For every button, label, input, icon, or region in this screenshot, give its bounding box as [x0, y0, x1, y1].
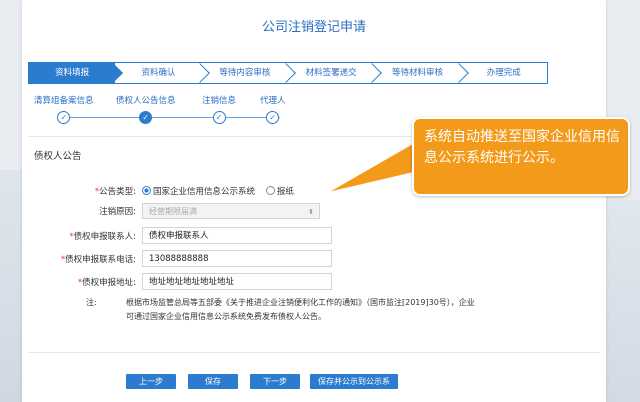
substep-label: 债权人公告信息	[116, 96, 176, 106]
phone-label: *债权申报联系电话:	[60, 255, 136, 265]
radio-selected-icon	[142, 186, 151, 195]
step-data-confirm: 资料确认	[115, 63, 210, 83]
reason-select[interactable]: 经营期限届满 ⬍	[142, 203, 320, 219]
note-body: 根据市场监管总局等五部委《关于推进企业注销便利化工作的通知》（国市监注[2019…	[126, 298, 475, 321]
row-contact: *债权申报联系人: 债权申报联系人	[22, 227, 606, 247]
phone-input[interactable]: 13088888888	[142, 250, 332, 267]
callout-pointer	[323, 139, 419, 195]
substep-label: 注销信息	[202, 96, 237, 106]
form-panel: 公司注销登记申请 资料填报 资料确认 等待内容审核 材料签署递交 等待材料审核 …	[22, 0, 606, 402]
reason-label: 注销原因:	[99, 207, 136, 217]
substep-agent[interactable]: 代理人 ✓	[260, 94, 286, 124]
address-field: 地址地址地址地址地址	[142, 273, 332, 290]
step-label: 等待内容审核	[219, 68, 271, 78]
callout-bubble: 系统自动推送至国家企业信用信息公示系统进行公示。	[412, 117, 630, 196]
prev-step-button[interactable]: 上一步	[126, 374, 176, 389]
announce-type-field: 国家企业信用信息公示系统 报纸	[142, 182, 302, 202]
save-publish-button[interactable]: 保存并公示到公示系	[310, 374, 398, 389]
substep-label: 清算组备案信息	[34, 96, 94, 106]
substep-label: 代理人	[260, 96, 286, 106]
select-arrows-icon: ⬍	[308, 208, 314, 216]
step-label: 资料填报	[55, 68, 90, 78]
progress-stepbar: 资料填报 资料确认 等待内容审核 材料签署递交 等待材料审核 办理完成	[28, 62, 548, 84]
note-tag: 注:	[86, 298, 97, 307]
step-content-review: 等待内容审核	[202, 63, 296, 83]
reason-placeholder: 经营期限届满	[149, 207, 197, 216]
check-icon: ✓	[57, 111, 71, 124]
step-label: 资料确认	[141, 68, 176, 78]
contact-field: 债权申报联系人	[142, 227, 332, 244]
step-data-entry: 资料填报	[29, 63, 124, 83]
row-reason: 注销原因: 经营期限届满 ⬍	[22, 202, 606, 222]
section-title: 债权人公告	[34, 151, 82, 162]
announce-type-label: *公告类型:	[94, 187, 136, 197]
row-address: *债权申报地址: 地址地址地址地址地址	[22, 273, 606, 293]
substep-cancel-info[interactable]: 注销信息 ✓	[202, 94, 236, 124]
sub-steps: 清算组备案信息 ✓ 债权人公告信息 ✓ 注销信息 ✓ 代理人 ✓	[34, 94, 324, 128]
step-material-review: 等待材料审核	[374, 63, 469, 83]
save-button[interactable]: 保存	[188, 374, 238, 389]
step-label: 办理完成	[486, 68, 521, 78]
contact-input[interactable]: 债权申报联系人	[142, 227, 332, 244]
check-icon: ✓	[266, 111, 280, 124]
step-sign-submit: 材料签署递交	[288, 63, 383, 83]
page-title: 公司注销登记申请	[261, 20, 366, 35]
check-icon: ✓	[212, 111, 226, 124]
radio-newspaper[interactable]: 报纸	[265, 182, 294, 202]
next-step-button[interactable]: 下一步	[250, 374, 300, 389]
step-label: 等待材料审核	[391, 68, 443, 78]
radio-empty-icon	[265, 186, 275, 195]
row-phone: *债权申报联系电话: 13088888888	[22, 250, 606, 270]
phone-field: 13088888888	[142, 250, 332, 267]
step-label: 材料签署递交	[305, 68, 357, 78]
divider	[28, 352, 600, 353]
reason-field: 经营期限届满 ⬍	[142, 202, 320, 219]
substep-liquidation-info[interactable]: 清算组备案信息 ✓	[34, 94, 94, 124]
check-icon: ✓	[139, 111, 153, 124]
background-decoration-right	[606, 200, 640, 402]
contact-label: *债权申报联系人:	[69, 232, 136, 242]
radio-credit-system[interactable]: 国家企业信用信息公示系统	[142, 182, 255, 202]
address-input[interactable]: 地址地址地址地址地址	[142, 273, 332, 290]
step-complete: 办理完成	[461, 63, 547, 83]
callout-text: 系统自动推送至国家企业信用信息公示系统进行公示。	[424, 129, 620, 166]
substep-creditor-notice[interactable]: 债权人公告信息 ✓	[116, 94, 176, 124]
address-label: *债权申报地址:	[77, 278, 136, 288]
